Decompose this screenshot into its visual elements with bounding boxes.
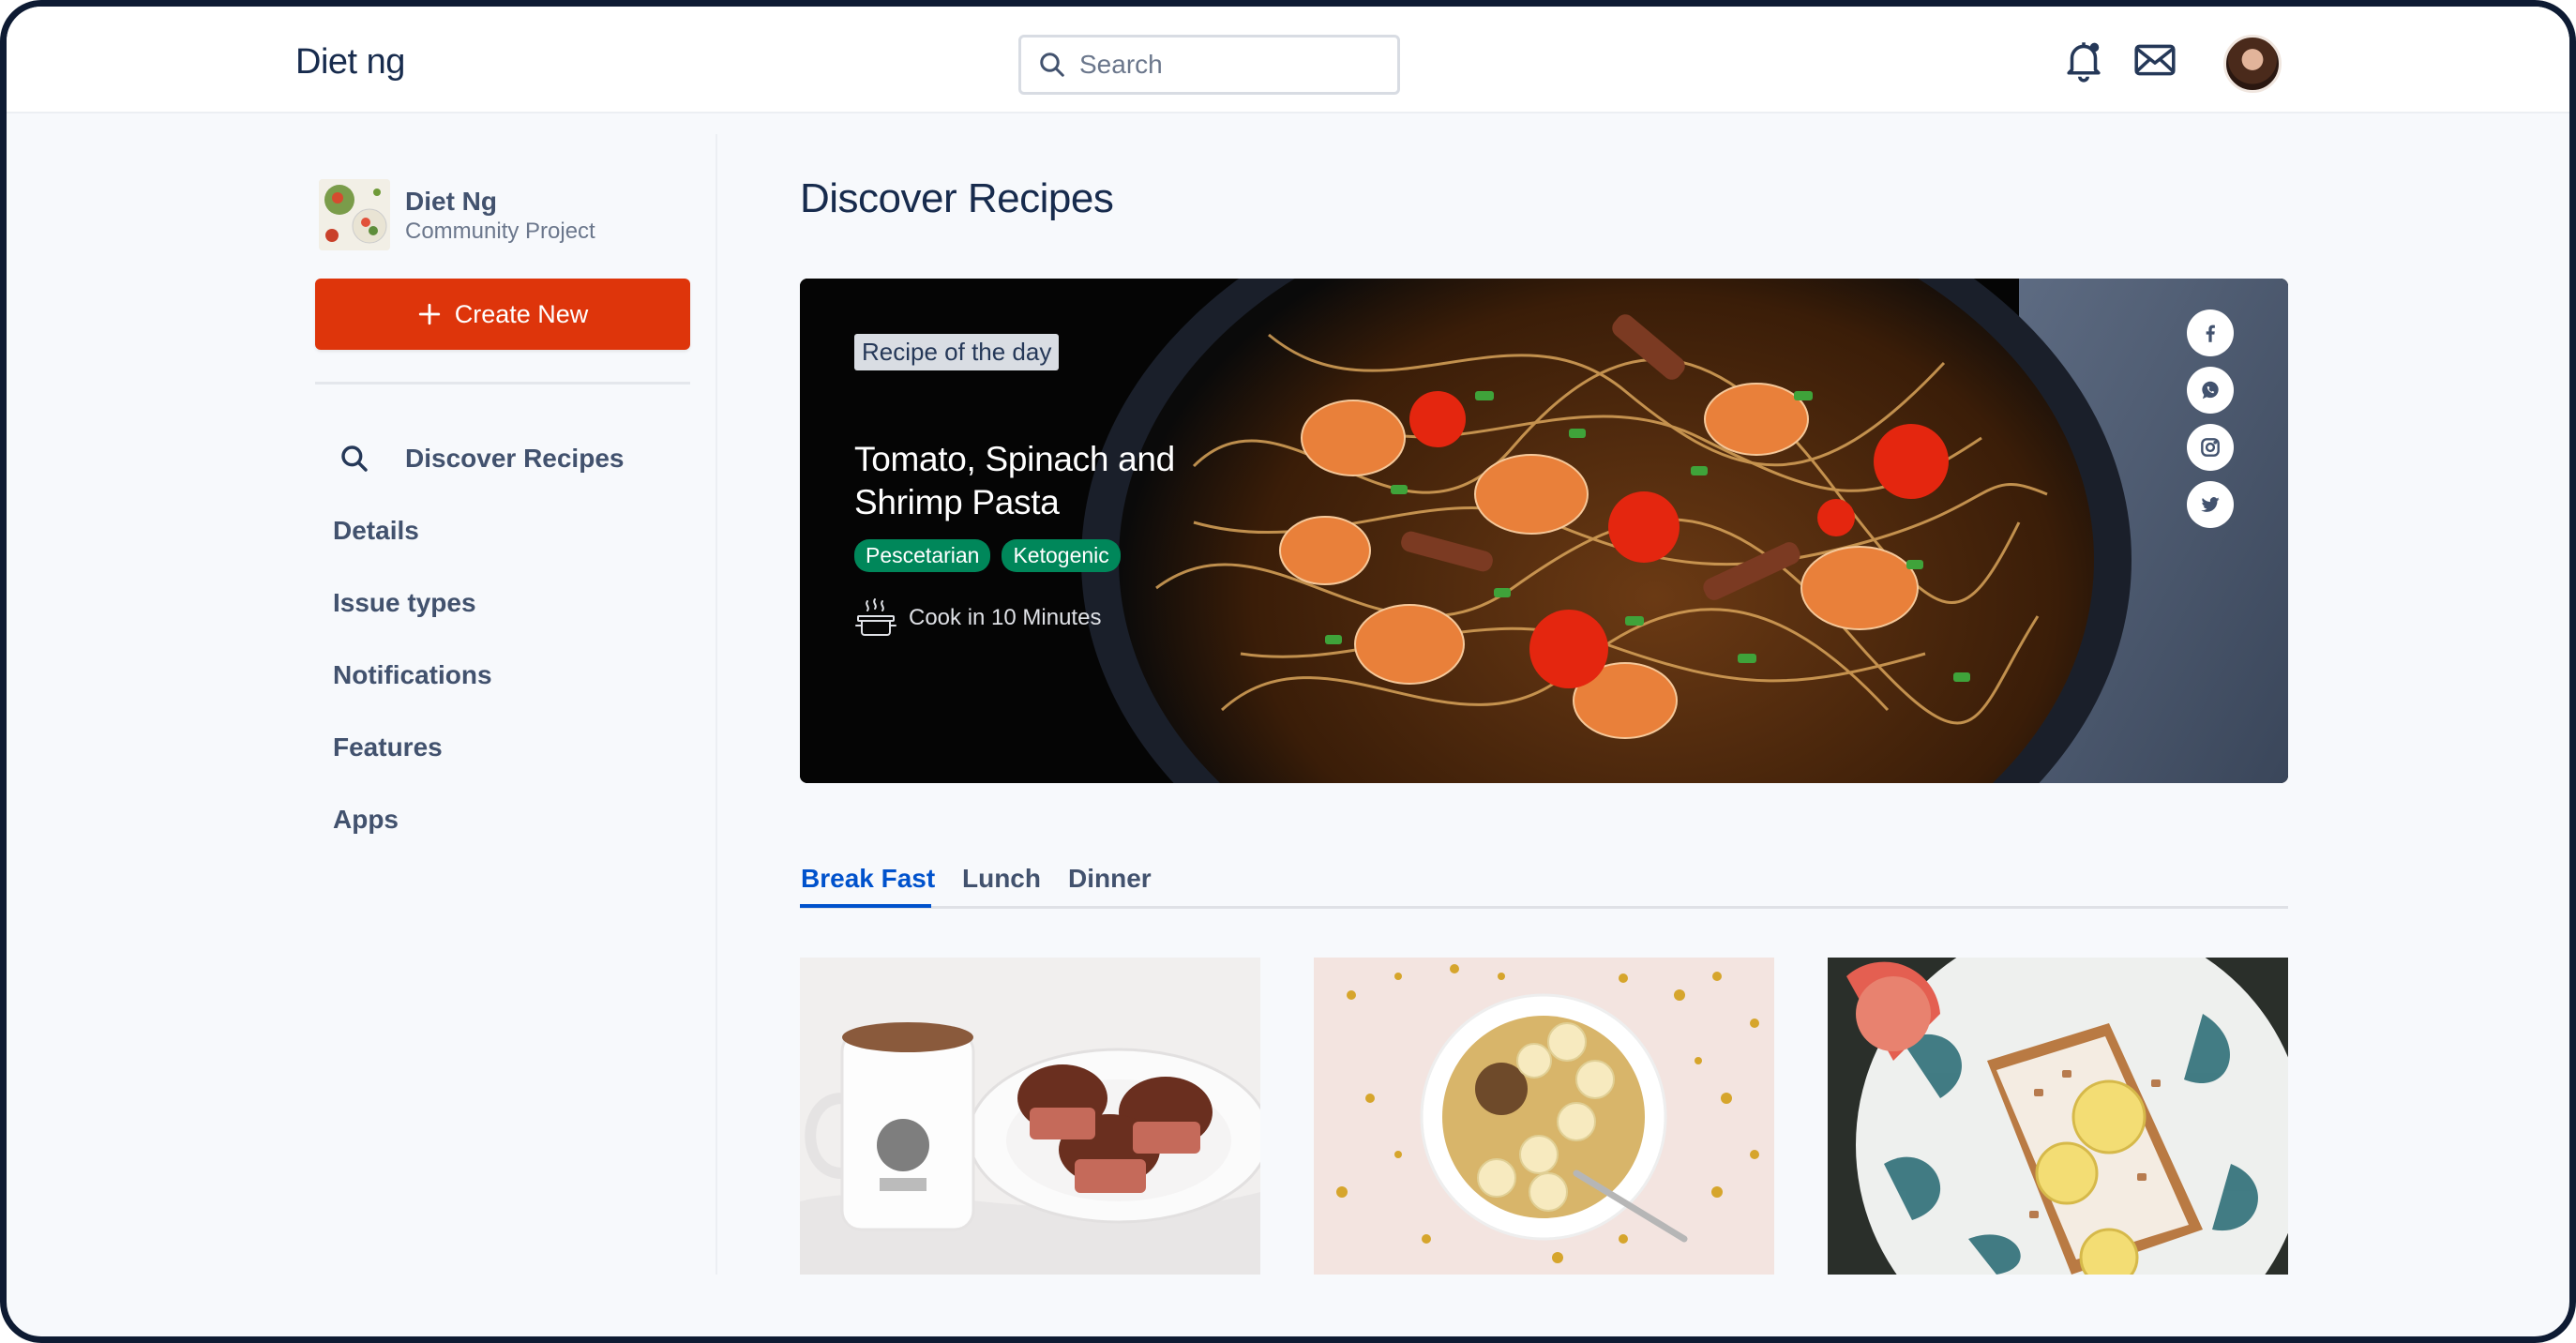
active-tab-indicator <box>800 904 931 908</box>
sidebar-item-details[interactable]: Details <box>333 516 419 546</box>
create-new-label: Create New <box>454 299 589 328</box>
tab-lunch[interactable]: Lunch <box>962 864 1041 894</box>
sidebar: Diet Ng Community Project Create New Dis… <box>7 113 717 1276</box>
recipe-card-banana-oat-bowl[interactable] <box>1314 958 1774 1275</box>
user-avatar[interactable] <box>2223 35 2282 93</box>
recipe-title[interactable]: Tomato, Spinach and Shrimp Pasta <box>854 438 1248 524</box>
project-name: Diet Ng <box>405 187 497 216</box>
recipe-card-coffee-muffins[interactable] <box>800 958 1260 1275</box>
tag-ketogenic[interactable]: Ketogenic <box>1002 539 1121 572</box>
search-icon <box>1040 53 1064 77</box>
app-window: Diet ng Search Diet Ng Community Project… <box>0 0 2576 1343</box>
search-icon <box>341 445 368 472</box>
page-title: Discover Recipes <box>800 175 1114 221</box>
project-thumbnail <box>319 179 390 250</box>
whatsapp-share-button[interactable] <box>2187 367 2234 414</box>
mail-icon[interactable] <box>2132 37 2178 83</box>
cooking-pot-icon <box>855 598 896 636</box>
recipe-of-the-day-badge: Recipe of the day <box>854 334 1060 370</box>
sidebar-item-apps[interactable]: Apps <box>333 805 399 835</box>
cook-time: Cook in 10 Minutes <box>854 597 1101 639</box>
facebook-share-button[interactable] <box>2187 309 2234 356</box>
plus-icon <box>418 303 440 325</box>
search-placeholder: Search <box>1079 50 1163 79</box>
tag-pescetarian[interactable]: Pescetarian <box>854 539 991 572</box>
meal-tabs: Break Fast Lunch Dinner <box>800 856 2288 909</box>
banana-oat-bowl-photo <box>1314 958 1774 1275</box>
project-subtitle: Community Project <box>405 219 595 244</box>
sidebar-item-discover-recipes[interactable]: Discover Recipes <box>405 444 624 474</box>
facebook-icon <box>2206 324 2215 342</box>
cook-time-label: Cook in 10 Minutes <box>909 605 1102 630</box>
recipe-of-the-day-banner[interactable]: Recipe of the day Tomato, Spinach and Sh… <box>800 279 2288 783</box>
sidebar-item-features[interactable]: Features <box>333 732 443 762</box>
sidebar-separator <box>716 134 717 1275</box>
twitter-icon <box>2201 497 2220 512</box>
whatsapp-icon <box>2202 381 2219 400</box>
tab-dinner[interactable]: Dinner <box>1068 864 1152 894</box>
recipe-tags: Pescetarian Ketogenic <box>854 539 1121 572</box>
search-input[interactable]: Search <box>1018 35 1400 95</box>
instagram-share-button[interactable] <box>2187 424 2234 471</box>
create-new-button[interactable]: Create New <box>315 279 690 350</box>
recipe-card-lemon-toast[interactable] <box>1828 958 2288 1275</box>
tab-break-fast[interactable]: Break Fast <box>801 864 935 894</box>
sidebar-divider <box>315 382 690 385</box>
lemon-toast-photo <box>1828 958 2288 1275</box>
bell-icon[interactable] <box>2060 37 2107 83</box>
top-navigation: Diet ng Search <box>7 7 2569 113</box>
instagram-icon <box>2201 438 2220 457</box>
brand-logo[interactable]: Diet ng <box>295 42 405 83</box>
sidebar-item-issue-types[interactable]: Issue types <box>333 588 476 618</box>
coffee-muffins-photo <box>800 958 1260 1275</box>
sidebar-item-notifications[interactable]: Notifications <box>333 660 492 690</box>
twitter-share-button[interactable] <box>2187 481 2234 528</box>
